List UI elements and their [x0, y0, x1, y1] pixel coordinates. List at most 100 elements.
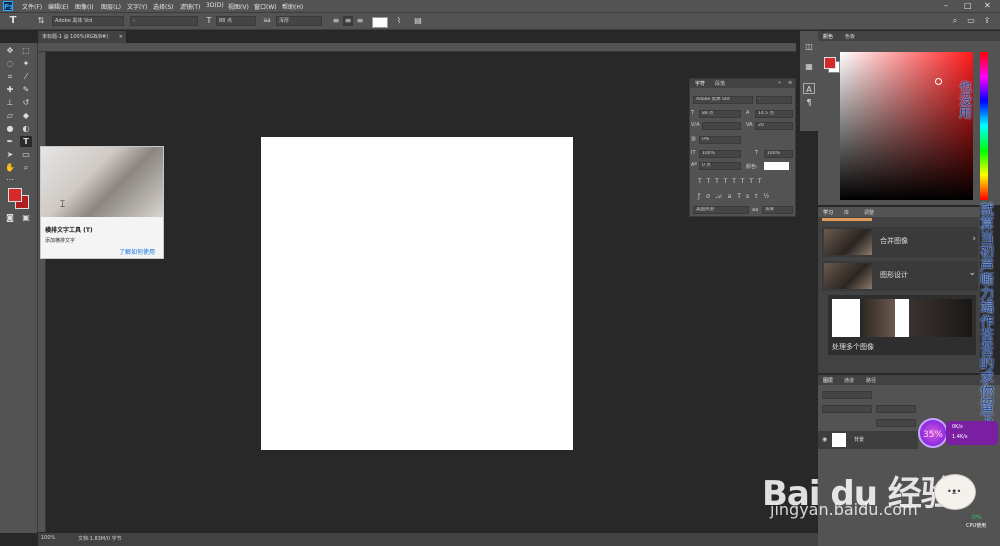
char-color-swatch[interactable] — [764, 162, 789, 170]
zoom-tool-icon[interactable]: ⌕ — [20, 162, 32, 173]
text-style-buttons[interactable]: TTTTTTTT — [698, 178, 767, 185]
learn-item-multi-image[interactable]: 处理多个图像 — [828, 295, 976, 355]
align-center-icon[interactable]: ≡ — [343, 16, 353, 26]
tooltip-learn-link[interactable]: 了解如何使用 — [119, 247, 155, 256]
path-select-icon[interactable]: ➤ — [4, 149, 16, 160]
lasso-tool-icon[interactable]: ◌ — [4, 58, 16, 69]
tab-adjustments[interactable]: 调整 — [864, 209, 874, 216]
dodge-tool-icon[interactable]: ◐ — [20, 123, 32, 134]
marquee-tool-icon[interactable]: ⬚ — [20, 45, 32, 56]
close-icon[interactable]: ✕ — [984, 1, 991, 10]
char-horizontal-scale[interactable]: 100% — [764, 150, 793, 158]
char-leading[interactable]: 14.5 点 — [755, 110, 793, 118]
tab-learn[interactable]: 学习 — [823, 209, 833, 216]
menu-layer[interactable]: 图层(L) — [101, 2, 121, 11]
blend-mode-select[interactable] — [822, 405, 872, 413]
color-spectrum-field[interactable] — [840, 52, 973, 200]
tab-libraries[interactable]: 库 — [844, 209, 849, 216]
document-tab[interactable]: 未标题-1 @ 100%(RGB/8#) × — [38, 31, 126, 43]
char-language[interactable]: 美国英语 — [693, 206, 749, 214]
menu-view[interactable]: 视图(V) — [228, 2, 249, 11]
menu-help[interactable]: 帮助(H) — [282, 2, 303, 11]
type-tool-icon[interactable]: T — [20, 136, 32, 147]
minimize-icon[interactable]: – — [944, 1, 948, 10]
history-brush-icon[interactable]: ↺ — [20, 97, 32, 108]
char-vertical-scale[interactable]: 100% — [699, 150, 741, 158]
menu-image[interactable]: 图像(I) — [75, 2, 93, 11]
visibility-eye-icon[interactable]: ◉ — [822, 436, 827, 443]
menu-type[interactable]: 文字(Y) — [127, 2, 147, 11]
hand-tool-icon[interactable]: ✋ — [4, 162, 16, 173]
hue-slider[interactable] — [980, 52, 988, 200]
align-right-icon[interactable]: ≡ — [355, 16, 365, 26]
eyedropper-icon[interactable]: ⁄ — [20, 71, 32, 82]
document-canvas[interactable] — [261, 137, 573, 450]
opentype-buttons[interactable]: ƒσ𝒜aTst½ — [698, 193, 775, 201]
paragraph-panel-icon[interactable]: ¶ — [803, 97, 815, 108]
char-antialias[interactable]: 浑厚 — [762, 206, 793, 214]
search-icon[interactable]: ⌕ — [950, 16, 960, 26]
learn-item-graphic-design[interactable]: 图形设计 ⌄ — [822, 261, 978, 291]
font-style-select[interactable]: - — [130, 16, 198, 26]
maximize-icon[interactable]: □ — [964, 1, 972, 10]
char-font-style[interactable]: - — [756, 96, 792, 104]
quick-mask-icon[interactable]: ◙ — [4, 212, 16, 223]
opacity-field[interactable] — [876, 405, 916, 413]
paint-bucket-icon[interactable]: ◆ — [20, 110, 32, 121]
tab-layers[interactable]: 图层 — [823, 377, 833, 384]
clone-stamp-icon[interactable]: ⊥ — [4, 97, 16, 108]
share-icon[interactable]: ⇪ — [982, 16, 992, 26]
layer-row-background[interactable]: ◉ 背景 — [818, 431, 918, 449]
document-info[interactable]: 文档:1.83M/0 字节 — [78, 535, 122, 542]
char-baseline[interactable]: 0 点 — [699, 162, 741, 170]
menu-3d[interactable]: 3D(D) — [206, 2, 224, 9]
panel-collapse-icon[interactable]: » — [778, 80, 781, 86]
pen-tool-icon[interactable]: ✒ — [4, 136, 16, 147]
character-panel-strip-icon[interactable]: A — [803, 83, 815, 94]
menu-filter[interactable]: 滤镜(T) — [180, 2, 200, 11]
antialias-select[interactable]: 浑厚 — [276, 16, 322, 26]
font-family-select[interactable]: Adobe 黑体 Std — [52, 16, 124, 26]
warp-text-icon[interactable]: ⌇ — [394, 16, 404, 26]
zoom-level[interactable]: 100% — [41, 535, 55, 541]
char-kerning[interactable] — [702, 122, 741, 130]
text-tool-icon[interactable]: T — [8, 16, 18, 26]
color-picker-handle[interactable] — [935, 78, 942, 85]
character-panel-icon[interactable]: ▤ — [413, 16, 423, 26]
menu-window[interactable]: 窗口(W) — [254, 2, 277, 11]
magic-wand-icon[interactable]: ✦ — [20, 58, 32, 69]
move-tool-icon[interactable]: ✥ — [4, 45, 16, 56]
tab-paths[interactable]: 路径 — [866, 377, 876, 384]
menu-file[interactable]: 文件(F) — [22, 2, 42, 11]
tab-channels[interactable]: 通道 — [844, 377, 854, 384]
more-tools-icon[interactable]: ⋯ — [4, 174, 16, 185]
font-size-select[interactable]: 88 点 — [216, 16, 256, 26]
tab-swatches[interactable]: 色板 — [845, 33, 855, 40]
workspace-icon[interactable]: ▭ — [966, 16, 976, 26]
tab-character[interactable]: 字符 — [695, 80, 705, 87]
color-panel-foreground[interactable] — [824, 57, 836, 69]
network-speed-ball[interactable]: 35% — [918, 418, 948, 448]
healing-brush-icon[interactable]: ✚ — [4, 84, 16, 95]
menu-select[interactable]: 选择(S) — [153, 2, 174, 11]
properties-panel-icon[interactable]: ▦ — [803, 61, 815, 72]
char-tracking[interactable]: 20 — [755, 122, 793, 130]
layer-filter-select[interactable] — [822, 391, 872, 399]
learn-item-merge[interactable]: 合并图像 › — [822, 227, 978, 257]
tab-paragraph[interactable]: 段落 — [715, 80, 725, 87]
char-font-size[interactable]: 88 点 — [699, 110, 741, 118]
history-panel-icon[interactable]: ◫ — [803, 41, 815, 52]
align-left-icon[interactable]: ≡ — [331, 16, 341, 26]
char-font-family[interactable]: Adobe 黑体 Std — [693, 96, 753, 104]
tab-color[interactable]: 颜色 — [823, 33, 833, 40]
close-tab-icon[interactable]: × — [119, 31, 123, 43]
char-tsume[interactable]: 0% — [699, 136, 741, 144]
crop-tool-icon[interactable]: ⌗ — [4, 71, 16, 82]
fill-field[interactable] — [876, 419, 916, 427]
text-color-swatch[interactable] — [372, 17, 388, 28]
menu-edit[interactable]: 编辑(E) — [48, 2, 68, 11]
screen-mode-icon[interactable]: ▣ — [20, 212, 32, 223]
text-orientation-icon[interactable]: ⇅ — [36, 16, 46, 26]
eraser-tool-icon[interactable]: ▱ — [4, 110, 16, 121]
blur-tool-icon[interactable]: ● — [4, 123, 16, 134]
